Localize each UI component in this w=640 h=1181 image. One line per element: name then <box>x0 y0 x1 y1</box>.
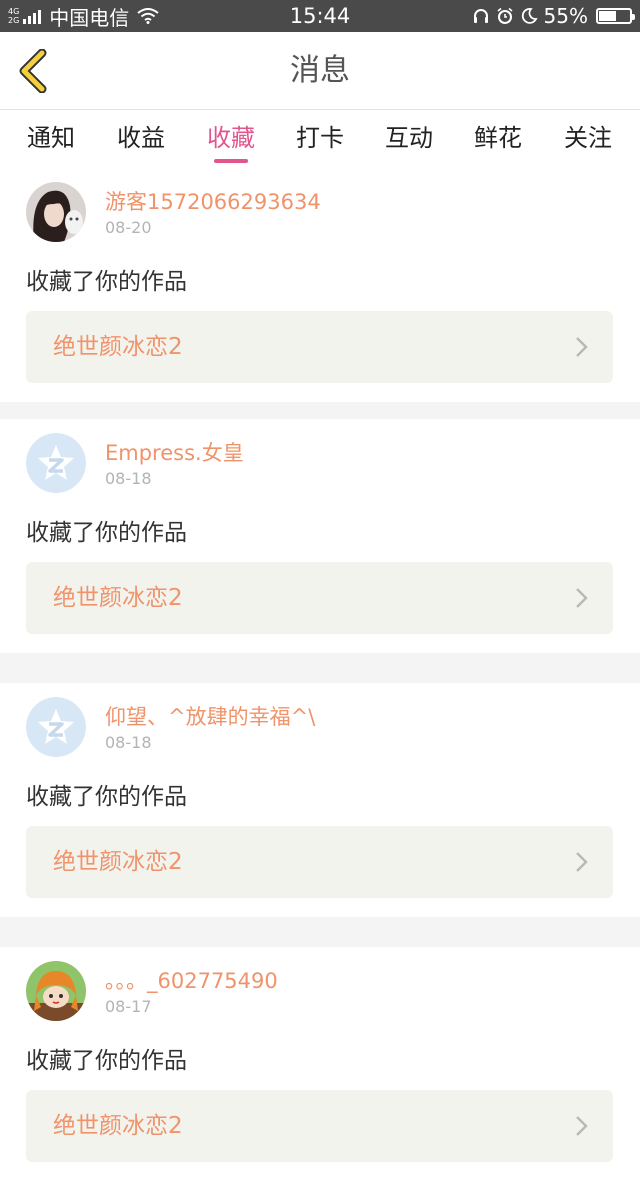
tab-label: 收益 <box>117 124 165 152</box>
username[interactable]: Empress.女皇 <box>105 437 244 467</box>
work-link[interactable]: 绝世颜冰恋2 <box>26 1090 613 1162</box>
tab-earnings[interactable]: 收益 <box>96 110 186 168</box>
work-link[interactable]: 绝世颜冰恋2 <box>26 562 613 634</box>
work-title: 绝世颜冰恋2 <box>53 849 183 875</box>
action-text: 收藏了你的作品 <box>26 784 187 810</box>
tab-label: 互动 <box>385 124 433 152</box>
tab-flowers[interactable]: 鲜花 <box>453 110 543 168</box>
photo-avatar-icon <box>26 182 86 242</box>
battery-level <box>599 11 616 21</box>
qq-default-avatar-icon <box>26 433 86 493</box>
work-link[interactable]: 绝世颜冰恋2 <box>26 826 613 898</box>
alarm-icon <box>497 7 513 24</box>
tab-favorites[interactable]: 收藏 <box>186 110 276 168</box>
notification-card: Empress.女皇 08-18 收藏了你的作品 绝世颜冰恋2 <box>0 419 640 653</box>
chevron-right-icon <box>576 1116 588 1136</box>
notification-card: 。。。_602775490 08-17 收藏了你的作品 绝世颜冰恋2 <box>0 947 640 1181</box>
tab-bar: 通知 收益 收藏 打卡 互动 鲜花 关注 <box>0 110 640 168</box>
chevron-right-icon <box>576 337 588 357</box>
tab-label: 收藏 <box>207 124 255 152</box>
username[interactable]: 。。。_602775490 <box>105 965 278 995</box>
date: 08-18 <box>105 733 152 752</box>
action-text: 收藏了你的作品 <box>26 520 187 546</box>
work-title: 绝世颜冰恋2 <box>53 585 183 611</box>
active-tab-indicator <box>214 159 248 163</box>
avatar[interactable] <box>26 697 86 757</box>
username[interactable]: 游客1572066293634 <box>105 186 321 216</box>
header-bar: 消息 <box>0 32 640 110</box>
battery-percent: 55% <box>543 4 588 28</box>
chevron-right-icon <box>576 588 588 608</box>
notification-card: 游客1572066293634 08-20 收藏了你的作品 绝世颜冰恋2 <box>0 168 640 402</box>
battery-icon <box>596 8 635 24</box>
tab-label: 关注 <box>564 124 612 152</box>
tab-label: 通知 <box>27 124 75 152</box>
tab-label: 打卡 <box>296 124 344 152</box>
work-link[interactable]: 绝世颜冰恋2 <box>26 311 613 383</box>
work-title: 绝世颜冰恋2 <box>53 1113 183 1139</box>
chevron-right-icon <box>576 852 588 872</box>
status-bar: 4G 2G 中国电信 15:44 55% <box>0 0 640 32</box>
date: 08-17 <box>105 997 152 1016</box>
tab-following[interactable]: 关注 <box>543 110 633 168</box>
tab-label: 鲜花 <box>474 124 522 152</box>
avatar[interactable] <box>26 433 86 493</box>
page-title: 消息 <box>290 53 350 88</box>
action-text: 收藏了你的作品 <box>26 1048 187 1074</box>
work-title: 绝世颜冰恋2 <box>53 334 183 360</box>
date: 08-20 <box>105 218 152 237</box>
date: 08-18 <box>105 469 152 488</box>
username[interactable]: 仰望、^放肆的幸福^\ <box>105 701 315 731</box>
headset-icon <box>473 9 488 23</box>
action-text: 收藏了你的作品 <box>26 269 187 295</box>
avatar[interactable] <box>26 961 86 1021</box>
notification-card: 仰望、^放肆的幸福^\ 08-18 收藏了你的作品 绝世颜冰恋2 <box>0 683 640 917</box>
tab-notifications[interactable]: 通知 <box>6 110 96 168</box>
tab-interactions[interactable]: 互动 <box>364 110 454 168</box>
avatar[interactable] <box>26 182 86 242</box>
anime-avatar-icon <box>26 961 86 1021</box>
tab-checkin[interactable]: 打卡 <box>275 110 365 168</box>
moon-icon <box>521 8 538 24</box>
qq-default-avatar-icon <box>26 697 86 757</box>
